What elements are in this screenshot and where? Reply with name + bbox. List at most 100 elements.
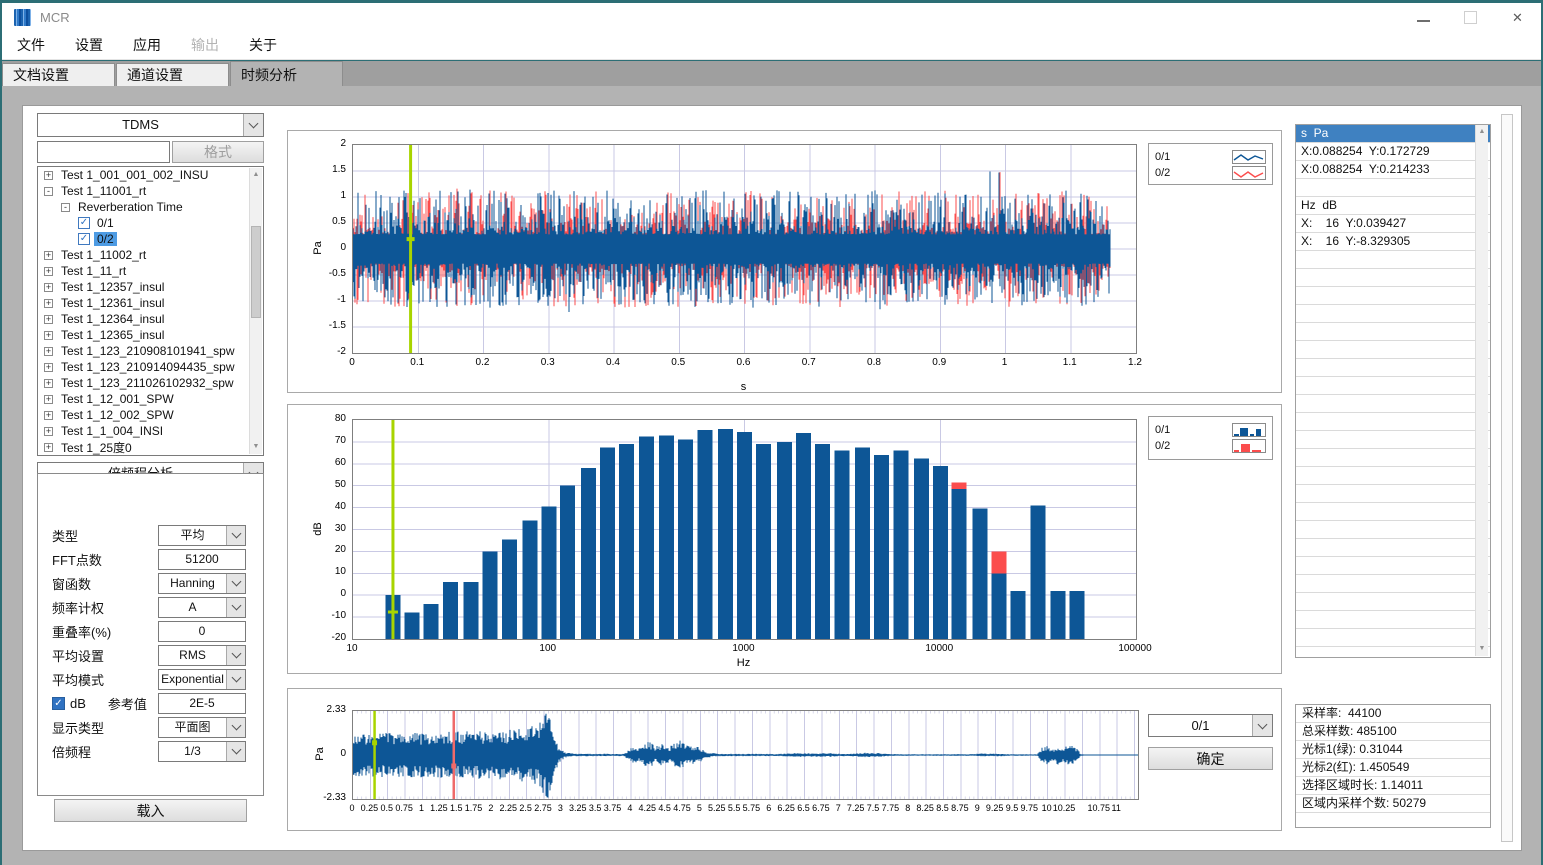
octave-spectrum-chart[interactable]: 80706050403020100-10-2010100100010000100… [287, 404, 1282, 674]
cursor-list-row[interactable] [1296, 359, 1490, 377]
maximize-button[interactable] [1447, 3, 1494, 32]
chevron-down-icon[interactable] [226, 526, 245, 545]
tab-1[interactable]: 文档设置 [2, 63, 115, 86]
chevron-down-icon[interactable] [243, 114, 263, 136]
cursor-list-row[interactable] [1296, 449, 1490, 467]
tree-item[interactable]: ✓0/2 [38, 231, 263, 247]
param-input[interactable] [158, 621, 246, 642]
scroll-up-icon[interactable]: ▲ [250, 168, 262, 182]
tree-item[interactable]: +Test 1_123_210914094435_spw [38, 359, 263, 375]
menu-item-3[interactable]: 应用 [118, 32, 176, 59]
time-plot-area[interactable] [352, 144, 1137, 354]
类型-select[interactable]: 平均 [158, 525, 246, 546]
reference-value-input[interactable] [158, 693, 246, 714]
time-waveform-chart[interactable]: 21.510.50-0.5-1-1.5-200.10.20.30.40.50.6… [287, 130, 1282, 393]
tree-scrollbar-thumb[interactable] [251, 226, 261, 318]
checkbox-icon[interactable]: ✓ [78, 217, 90, 229]
cursor-list-row[interactable] [1296, 539, 1490, 557]
tree-item[interactable]: ✓0/1 [38, 215, 263, 231]
显示类型-select[interactable]: 平面图 [158, 717, 246, 738]
cursor-list-row[interactable] [1296, 521, 1490, 539]
channel-select[interactable]: 0/1 [1148, 714, 1273, 737]
tree-item[interactable]: +Test 1_123_210908101941_spw [38, 343, 263, 359]
expand-plus-icon[interactable]: + [44, 171, 53, 180]
tree-item[interactable]: +Test 1_12_002_SPW [38, 407, 263, 423]
平均模式-select[interactable]: Exponential [158, 669, 246, 690]
cursor-list-row[interactable] [1296, 431, 1490, 449]
tree-item[interactable]: +Test 1_11_rt [38, 263, 263, 279]
tree-item[interactable]: -Test 1_11001_rt [38, 183, 263, 199]
cursor-list-row[interactable] [1296, 413, 1490, 431]
menu-item-5[interactable]: 关于 [234, 32, 292, 59]
cursor-list-row[interactable] [1296, 611, 1490, 629]
cursor-list-row[interactable] [1296, 485, 1490, 503]
checkbox-icon[interactable]: ✓ [78, 233, 90, 245]
窗函数-select[interactable]: Hanning [158, 573, 246, 594]
tab-2[interactable]: 通道设置 [116, 63, 229, 86]
cursor-list-row[interactable]: X: 16 Y:-8.329305 [1296, 233, 1490, 251]
expand-plus-icon[interactable]: + [44, 331, 53, 340]
倍频程-select[interactable]: 1/3 [158, 741, 246, 762]
tree-item[interactable]: +Test 1_1_004_INSI [38, 423, 263, 439]
load-button[interactable]: 载入 [54, 799, 247, 822]
collapse-minus-icon[interactable]: - [61, 203, 70, 212]
expand-plus-icon[interactable]: + [44, 379, 53, 388]
tree-item[interactable]: +Test 1_12357_insul [38, 279, 263, 295]
scroll-up-icon[interactable]: ▲ [1476, 125, 1488, 139]
chevron-down-icon[interactable] [226, 598, 245, 617]
cursor-list-row[interactable]: X:0.088254 Y:0.172729 [1296, 143, 1490, 161]
full-record-plot-area[interactable] [352, 710, 1139, 800]
cursor-list-row[interactable] [1296, 251, 1490, 269]
filter-input[interactable] [37, 141, 170, 163]
cursor-list-header[interactable]: s Pa [1296, 125, 1490, 143]
tree-item[interactable]: +Test 1_25度0 [38, 439, 263, 455]
scroll-down-icon[interactable]: ▼ [1476, 642, 1488, 656]
chevron-down-icon[interactable] [226, 574, 245, 593]
tree-item[interactable]: +Test 1_12364_insul [38, 311, 263, 327]
tree-item[interactable]: -Reverberation Time [38, 199, 263, 215]
confirm-button[interactable]: 确定 [1148, 747, 1273, 770]
cursor-list-row[interactable] [1296, 341, 1490, 359]
expand-plus-icon[interactable]: + [44, 395, 53, 404]
tree-item[interactable]: +Test 1_11002_rt [38, 247, 263, 263]
db-checkbox[interactable]: ✓ [52, 697, 65, 710]
tree-item[interactable]: +Test 1_12361_insul [38, 295, 263, 311]
scroll-down-icon[interactable]: ▼ [250, 440, 262, 454]
cursor-list-row[interactable] [1296, 377, 1490, 395]
expand-plus-icon[interactable]: + [44, 427, 53, 436]
cursor-list-row[interactable] [1296, 593, 1490, 611]
平均设置-select[interactable]: RMS [158, 645, 246, 666]
cursor-list-row[interactable] [1296, 287, 1490, 305]
menu-item-2[interactable]: 设置 [60, 32, 118, 59]
spectrum-plot-area[interactable] [352, 419, 1137, 640]
menu-item-1[interactable]: 文件 [2, 32, 60, 59]
chevron-down-icon[interactable] [226, 718, 245, 737]
collapse-minus-icon[interactable]: - [44, 187, 53, 196]
频率计权-select[interactable]: A [158, 597, 246, 618]
expand-plus-icon[interactable]: + [44, 283, 53, 292]
expand-plus-icon[interactable]: + [44, 443, 53, 452]
expand-plus-icon[interactable]: + [44, 299, 53, 308]
expand-plus-icon[interactable]: + [44, 411, 53, 420]
cursor-list-row[interactable] [1296, 503, 1490, 521]
expand-plus-icon[interactable]: + [44, 251, 53, 260]
full-record-chart[interactable]: 2.330-2.3300.250.50.7511.251.51.7522.252… [287, 688, 1282, 831]
cursor-list-row[interactable] [1296, 557, 1490, 575]
tab-3[interactable]: 时频分析 [230, 61, 343, 86]
minimize-button[interactable] [1400, 3, 1447, 32]
tree-item[interactable]: +Test 1_12365_insul [38, 327, 263, 343]
cursor-list-row[interactable]: X:0.088254 Y:0.214233 [1296, 161, 1490, 179]
chevron-down-icon[interactable] [226, 670, 245, 689]
right-scrollbar-track[interactable] [1501, 114, 1513, 842]
cursor-list-scrollbar[interactable]: ▲ ▼ [1475, 125, 1488, 656]
chevron-down-icon[interactable] [226, 742, 245, 761]
chevron-down-icon[interactable] [226, 646, 245, 665]
cursor-list-row[interactable] [1296, 467, 1490, 485]
tree-scrollbar[interactable]: ▲ ▼ [249, 168, 262, 454]
cursor-list-row[interactable] [1296, 323, 1490, 341]
expand-plus-icon[interactable]: + [44, 267, 53, 276]
cursor-list-row[interactable]: X: 16 Y:0.039427 [1296, 215, 1490, 233]
tree-item[interactable]: +Test 1_123_211026102932_spw [38, 375, 263, 391]
cursor-list-row[interactable] [1296, 269, 1490, 287]
tree-item[interactable]: +Test 1_001_001_002_INSU [38, 167, 263, 183]
